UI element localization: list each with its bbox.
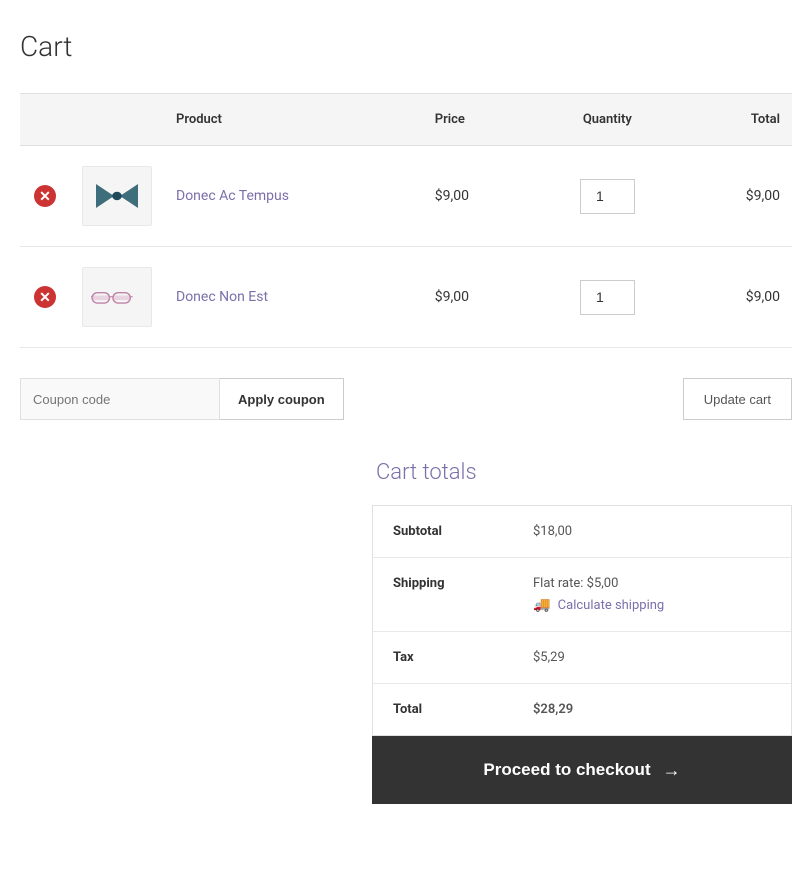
remove-item-button[interactable]: ✕ (34, 185, 56, 207)
total-value: $28,29 (533, 702, 771, 717)
product-price-cell: $9,00 (423, 146, 533, 247)
page-title: Cart (20, 30, 792, 63)
table-row: ✕ Donec Non E (20, 247, 792, 348)
cart-totals-section: Cart totals Subtotal $18,00 Shipping Fla… (20, 460, 792, 804)
shipping-value: Flat rate: $5,00 🚚 Calculate shipping (533, 576, 771, 613)
tax-row: Tax $5,29 (373, 632, 791, 684)
cart-actions: Apply coupon Update cart (20, 378, 792, 420)
calculate-shipping-link[interactable]: Calculate shipping (558, 598, 665, 613)
tax-label: Tax (393, 650, 533, 665)
quantity-cell (533, 146, 682, 247)
subtotal-value: $18,00 (533, 524, 771, 539)
quantity-input[interactable] (580, 179, 635, 214)
product-link[interactable]: Donec Non Est (176, 289, 268, 305)
col-header-remove (20, 94, 70, 146)
calculate-shipping-area: 🚚 Calculate shipping (533, 597, 771, 613)
product-name-cell: Donec Non Est (164, 247, 423, 348)
cart-totals-title: Cart totals (376, 460, 477, 485)
product-image-cell (70, 247, 164, 348)
sunglasses-icon (91, 285, 143, 309)
product-link[interactable]: Donec Ac Tempus (176, 188, 289, 204)
row-total: $9,00 (746, 188, 780, 204)
col-header-product: Product (164, 94, 423, 146)
product-image-cell (70, 146, 164, 247)
quantity-cell (533, 247, 682, 348)
remove-cell: ✕ (20, 247, 70, 348)
table-header-row: Product Price Quantity Total (20, 94, 792, 146)
product-image (82, 267, 152, 327)
tax-value: $5,29 (533, 650, 771, 665)
remove-cell: ✕ (20, 146, 70, 247)
apply-coupon-button[interactable]: Apply coupon (220, 378, 344, 420)
coupon-area: Apply coupon (20, 378, 344, 420)
product-price: $9,00 (435, 188, 469, 204)
subtotal-label: Subtotal (393, 524, 533, 539)
shipping-row: Shipping Flat rate: $5,00 🚚 Calculate sh… (373, 558, 791, 632)
arrow-right-icon: → (663, 760, 681, 781)
total-row: Total $28,29 (373, 684, 791, 735)
col-header-quantity: Quantity (533, 94, 682, 146)
bowtie-icon (93, 180, 141, 212)
quantity-input[interactable] (580, 280, 635, 315)
total-cell: $9,00 (682, 247, 792, 348)
col-header-total: Total (682, 94, 792, 146)
update-cart-button[interactable]: Update cart (683, 378, 792, 420)
product-price: $9,00 (435, 289, 469, 305)
truck-icon: 🚚 (533, 597, 550, 613)
row-total: $9,00 (746, 289, 780, 305)
col-header-image (70, 94, 164, 146)
product-price-cell: $9,00 (423, 247, 533, 348)
shipping-label: Shipping (393, 576, 533, 591)
coupon-input[interactable] (20, 378, 220, 420)
product-name-cell: Donec Ac Tempus (164, 146, 423, 247)
table-row: ✕ Donec Ac Tempus $9,00 (20, 146, 792, 247)
proceed-to-checkout-button[interactable]: Proceed to checkout → (372, 736, 792, 804)
cart-table: Product Price Quantity Total ✕ (20, 93, 792, 348)
checkout-label: Proceed to checkout (483, 760, 650, 780)
total-label: Total (393, 702, 533, 717)
total-cell: $9,00 (682, 146, 792, 247)
remove-item-button[interactable]: ✕ (34, 286, 56, 308)
shipping-flat-rate: Flat rate: $5,00 (533, 576, 771, 591)
close-icon: ✕ (34, 286, 56, 308)
close-icon: ✕ (34, 185, 56, 207)
product-image (82, 166, 152, 226)
subtotal-row: Subtotal $18,00 (373, 506, 791, 558)
col-header-price: Price (423, 94, 533, 146)
cart-totals-table: Subtotal $18,00 Shipping Flat rate: $5,0… (372, 505, 792, 736)
